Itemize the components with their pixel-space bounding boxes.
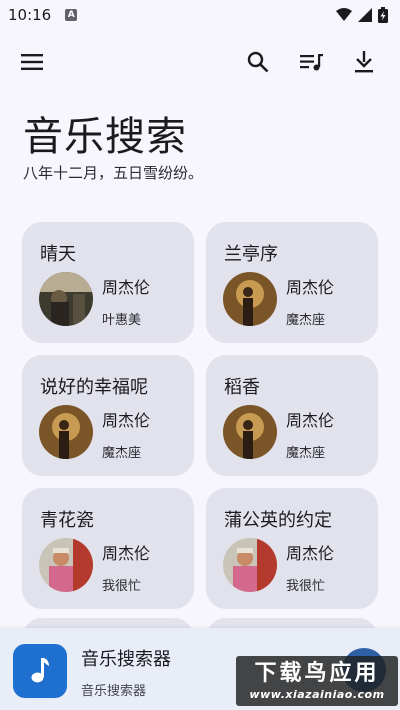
- song-album: 魔杰座: [286, 313, 326, 328]
- app-icon: [13, 644, 67, 698]
- song-title: 青花瓷: [40, 510, 94, 531]
- song-title: 稻香: [224, 377, 260, 398]
- queue-music-icon: [300, 54, 323, 71]
- music-note-icon: [31, 658, 49, 683]
- hamburger-menu-icon: [21, 54, 43, 70]
- song-artist: 周杰伦: [286, 544, 335, 563]
- song-card[interactable]: 蒲公英的约定 周杰伦 我很忙: [206, 488, 378, 609]
- search-icon: [247, 51, 269, 73]
- app-subtitle: 音乐搜索器: [81, 684, 147, 699]
- battery-icon: [378, 7, 388, 23]
- page-subtitle: 八年十二月，五日雪纷纷。: [23, 164, 204, 182]
- song-album: 魔杰座: [102, 446, 142, 461]
- download-button[interactable]: [350, 48, 378, 76]
- watermark: 下载鸟应用 www.xiazainiao.com: [236, 656, 398, 706]
- song-artist: 周杰伦: [102, 544, 151, 563]
- watermark-main: 下载鸟应用: [254, 660, 380, 686]
- album-cover: [223, 272, 277, 326]
- album-cover: [39, 538, 93, 592]
- song-album: 叶惠美: [102, 313, 142, 328]
- download-icon: [355, 51, 373, 73]
- song-card[interactable]: 说好的幸福呢 周杰伦 魔杰座: [22, 355, 194, 476]
- watermark-url: www.xiazainiao.com: [249, 687, 385, 701]
- song-artist: 周杰伦: [286, 278, 335, 297]
- song-album: 魔杰座: [286, 446, 326, 461]
- album-cover: [223, 405, 277, 459]
- album-cover: [223, 538, 277, 592]
- song-album: 我很忙: [102, 579, 142, 594]
- playlist-button[interactable]: [298, 48, 326, 76]
- toolbar: [0, 44, 400, 80]
- status-icons: [336, 7, 388, 23]
- song-card[interactable]: 晴天 周杰伦 叶惠美: [22, 222, 194, 343]
- wifi-icon: [336, 8, 352, 21]
- signal-icon: [358, 8, 372, 22]
- song-title: 蒲公英的约定: [224, 510, 332, 531]
- song-card[interactable]: 青花瓷 周杰伦 我很忙: [22, 488, 194, 609]
- album-cover: [39, 272, 93, 326]
- song-artist: 周杰伦: [102, 411, 151, 430]
- page-title: 音乐搜索: [23, 114, 187, 160]
- song-artist: 周杰伦: [102, 278, 151, 297]
- song-album: 我很忙: [286, 579, 326, 594]
- song-card[interactable]: 兰亭序 周杰伦 魔杰座: [206, 222, 378, 343]
- search-button[interactable]: [244, 48, 272, 76]
- status-time: 10:16: [8, 6, 52, 24]
- song-title: 晴天: [40, 244, 76, 265]
- song-title: 兰亭序: [224, 244, 278, 265]
- song-artist: 周杰伦: [286, 411, 335, 430]
- album-cover: [39, 405, 93, 459]
- status-bar: 10:16 A: [0, 0, 400, 30]
- song-title: 说好的幸福呢: [40, 377, 148, 398]
- notification-icon: A: [65, 9, 78, 21]
- menu-button[interactable]: [18, 48, 46, 76]
- song-card[interactable]: 稻香 周杰伦 魔杰座: [206, 355, 378, 476]
- app-name: 音乐搜索器: [81, 649, 171, 670]
- song-grid: 晴天 周杰伦 叶惠美 兰亭序 周杰伦 魔杰座 说好的幸福呢 周杰伦 魔杰座 稻香…: [22, 222, 378, 609]
